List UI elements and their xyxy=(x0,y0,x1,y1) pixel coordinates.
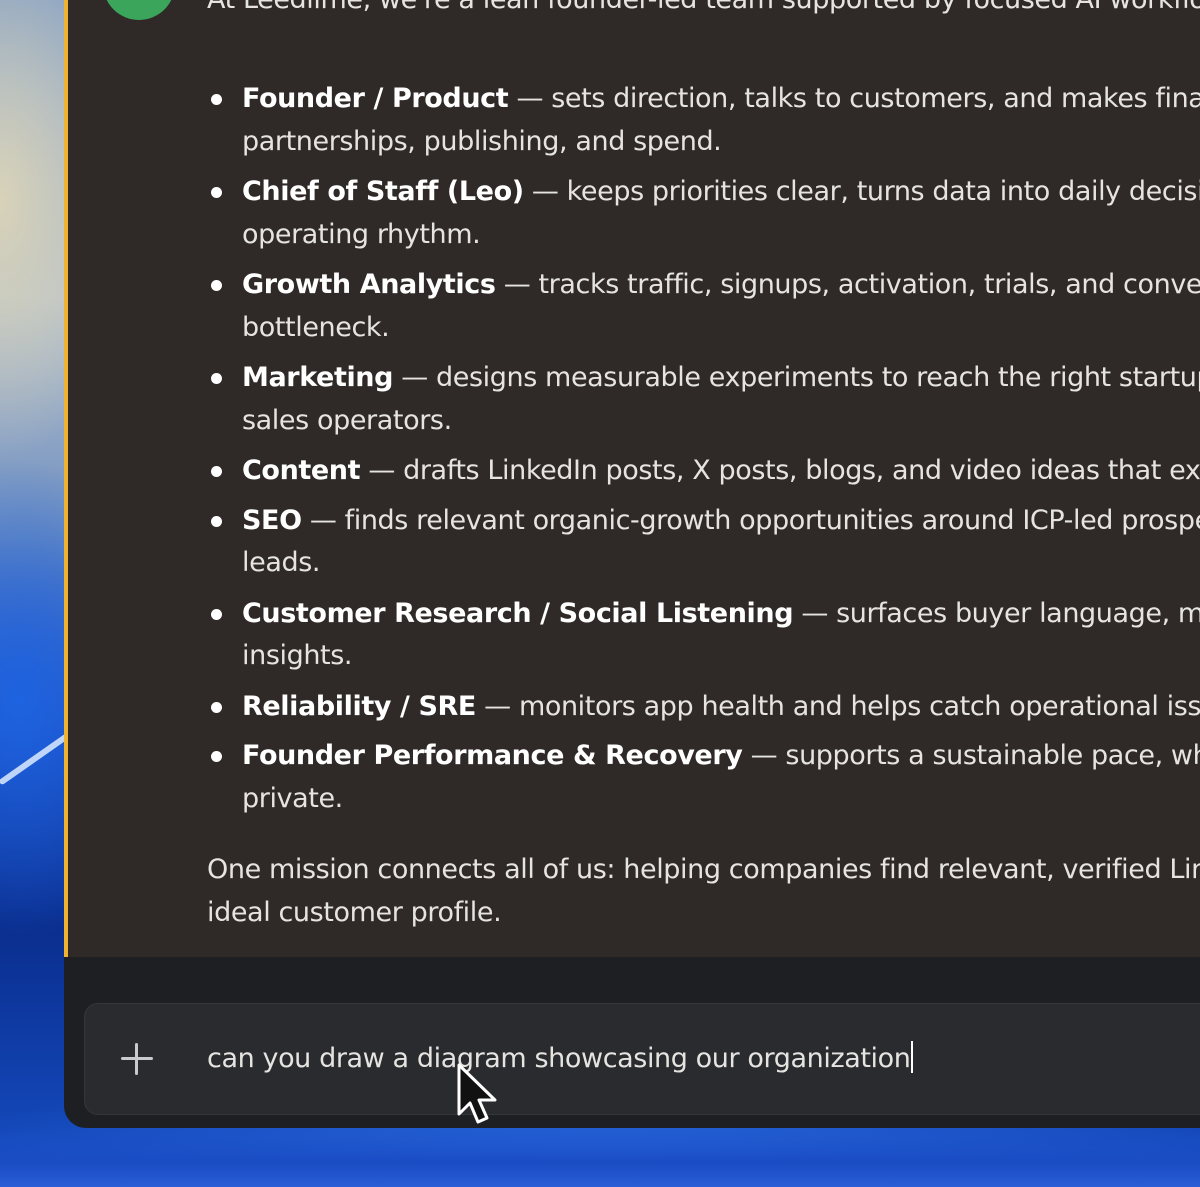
list-item-line: SEO — finds relevant organic-growth oppo… xyxy=(242,500,1200,543)
role-title: Marketing xyxy=(242,362,394,393)
role-description-continued: private. xyxy=(242,782,343,814)
message-composer: can you draw a diagram showcasing our or… xyxy=(84,1003,1200,1115)
roles-list: Founder / Product — sets direction, talk… xyxy=(207,78,1200,820)
list-item: Chief of Staff (Leo) — keeps priorities … xyxy=(207,171,1200,256)
bullet-icon xyxy=(211,701,222,713)
role-title: SEO xyxy=(242,504,302,536)
list-item-line: Customer Research / Social Listening — s… xyxy=(242,593,1200,636)
role-description-continued: sales operators. xyxy=(242,404,452,436)
list-item-line: Content — drafts LinkedIn posts, X posts… xyxy=(242,450,1200,493)
role-description-continued: leads. xyxy=(242,547,321,578)
message-highlighted: At Leedlime, we're a lean founder-led te… xyxy=(64,0,1200,957)
list-item-line: Founder / Product — sets direction, talk… xyxy=(242,78,1200,121)
wallpaper-bottom xyxy=(0,1127,1200,1187)
list-item: Reliability / SRE — monitors app health … xyxy=(207,686,1200,729)
message-input-text: can you draw a diagram showcasing our or… xyxy=(207,1043,911,1074)
role-title: Founder Performance & Recovery xyxy=(242,740,743,771)
plus-icon[interactable] xyxy=(117,1039,157,1079)
role-description: — designs measurable experiments to reac… xyxy=(393,362,1200,393)
role-description-continued: operating rhythm. xyxy=(242,218,481,250)
role-title: Growth Analytics xyxy=(242,269,496,300)
role-description: — finds relevant organic-growth opportun… xyxy=(301,504,1200,536)
role-description: — supports a sustainable pace, while k xyxy=(750,740,1200,771)
role-description-continued: partnerships, publishing, and spend. xyxy=(242,125,722,157)
list-item: Founder / Product — sets direction, talk… xyxy=(207,78,1200,163)
role-description-continued: insights. xyxy=(242,640,353,671)
bullet-icon xyxy=(211,280,222,291)
list-item: Customer Research / Social Listening — s… xyxy=(207,593,1200,678)
list-item: Content — drafts LinkedIn posts, X posts… xyxy=(207,450,1200,493)
list-item: SEO — finds relevant organic-growth oppo… xyxy=(207,500,1200,585)
chat-app-window: At Leedlime, we're a lean founder-led te… xyxy=(64,0,1200,1128)
role-title: Reliability / SRE xyxy=(242,690,476,722)
bullet-icon xyxy=(211,373,222,384)
list-item-line: Growth Analytics — tracks traffic, signu… xyxy=(242,264,1200,307)
list-item-line: Founder Performance & Recovery — support… xyxy=(242,735,1200,778)
list-item: Growth Analytics — tracks traffic, signu… xyxy=(207,264,1200,349)
avatar[interactable] xyxy=(103,0,175,20)
role-description: — keeps priorities clear, turns data int… xyxy=(523,176,1200,207)
list-item: Marketing — designs measurable experimen… xyxy=(207,357,1200,442)
message-intro: At Leedlime, we're a lean founder-led te… xyxy=(207,0,1200,15)
role-description-continued: bottleneck. xyxy=(242,311,390,343)
role-title: Content xyxy=(242,455,361,486)
closing-line: ideal customer profile. xyxy=(207,896,502,928)
bullet-icon xyxy=(211,94,222,105)
bullet-icon xyxy=(211,515,222,527)
message-closing: One mission connects all of us: helping … xyxy=(207,849,1200,934)
role-description: — monitors app health and helps catch op… xyxy=(475,690,1200,722)
role-title: Customer Research / Social Listening xyxy=(242,597,794,629)
role-title: Chief of Staff (Leo) xyxy=(242,176,524,207)
message-input[interactable]: can you draw a diagram showcasing our or… xyxy=(207,1034,1200,1084)
role-description: — surfaces buyer language, marke xyxy=(801,597,1200,629)
role-title: Founder / Product xyxy=(242,83,509,114)
list-item-line: Marketing — designs measurable experimen… xyxy=(242,357,1200,400)
role-description: — tracks traffic, signups, activation, t… xyxy=(495,269,1200,300)
list-item-line: Chief of Staff (Leo) — keeps priorities … xyxy=(242,171,1200,214)
bullet-icon xyxy=(211,187,222,198)
bullet-icon xyxy=(211,751,222,762)
list-item-line: Reliability / SRE — monitors app health … xyxy=(242,686,1200,729)
mouse-pointer-icon xyxy=(457,1063,497,1124)
role-description: — sets direction, talks to customers, an… xyxy=(508,83,1200,114)
bullet-icon xyxy=(211,466,222,477)
bullet-icon xyxy=(211,608,222,620)
text-caret xyxy=(911,1041,914,1073)
role-description: — drafts LinkedIn posts, X posts, blogs,… xyxy=(360,455,1200,486)
closing-line: One mission connects all of us: helping … xyxy=(207,854,1200,885)
list-item: Founder Performance & Recovery — support… xyxy=(207,735,1200,820)
